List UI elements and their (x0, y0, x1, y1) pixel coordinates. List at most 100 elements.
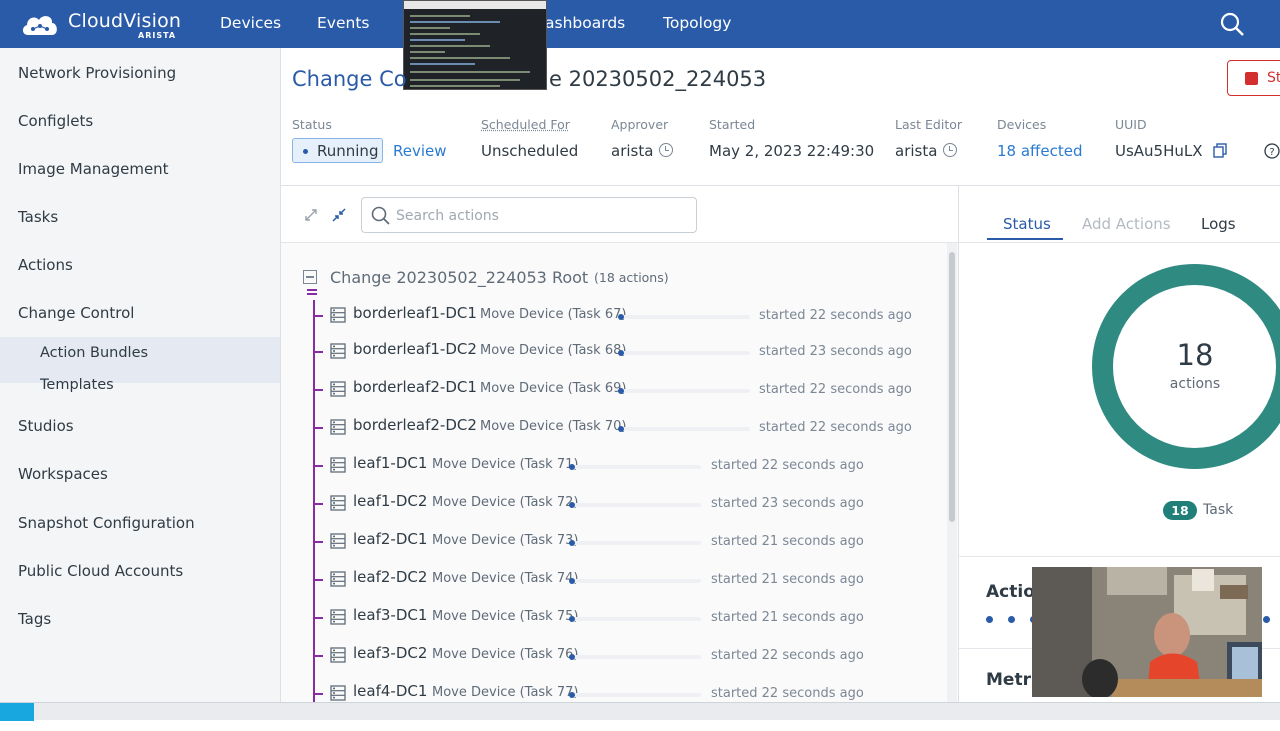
task-count-badge: 18 (1163, 501, 1197, 520)
clock-icon[interactable] (943, 143, 957, 157)
action-progress-bar (620, 315, 750, 319)
tab-status[interactable]: Status (1003, 215, 1051, 233)
cloud-icon (20, 11, 60, 37)
device-icon (330, 457, 346, 473)
nav-events[interactable]: Events (317, 14, 369, 32)
thumbnail-titlebar (404, 1, 546, 9)
bottom-taskbar-strip (0, 702, 1280, 720)
sidebar-item-workspaces[interactable]: Workspaces (18, 465, 108, 483)
tab-logs[interactable]: Logs (1201, 215, 1236, 233)
action-device-name[interactable]: leaf1-DC2 (353, 492, 427, 510)
timeline-dot (986, 616, 993, 623)
action-task-label: Move Device (Task 72) (432, 495, 578, 510)
collapse-all-icon[interactable] (331, 207, 347, 223)
taskbar-accent (0, 703, 34, 721)
device-icon (330, 647, 346, 663)
stop-icon (1245, 72, 1258, 85)
action-device-name[interactable]: borderleaf2-DC1 (353, 378, 477, 396)
sidebar-item-public-cloud-accounts[interactable]: Public Cloud Accounts (18, 562, 183, 580)
action-task-label: Move Device (Task 77) (432, 685, 578, 700)
device-icon (330, 685, 346, 701)
nav-topology[interactable]: Topology (663, 14, 731, 32)
nav-devices[interactable]: Devices (220, 14, 281, 32)
search-actions-field[interactable] (361, 197, 697, 233)
sidebar-item-templates[interactable]: Templates (40, 377, 114, 393)
tree-connector (313, 655, 323, 657)
sidebar-item-studios[interactable]: Studios (18, 417, 74, 435)
help-icon[interactable]: ? (1264, 143, 1280, 159)
action-device-name[interactable]: leaf3-DC2 (353, 644, 427, 662)
last-editor-value: arista (895, 142, 937, 160)
uuid-value: UsAu5HuLX (1115, 142, 1203, 160)
nav-dashboards[interactable]: ashboards (545, 14, 625, 32)
actions-panel: Change 20230502_224053 Root (18 actions)… (281, 185, 958, 702)
scheduled-label[interactable]: Scheduled For (481, 117, 570, 132)
page-title-left: Change Co (292, 67, 407, 91)
action-device-name[interactable]: borderleaf1-DC2 (353, 340, 477, 358)
webcam-overlay (1032, 567, 1262, 697)
svg-text:?: ? (1269, 147, 1274, 158)
sidebar-item-snapshot-configuration[interactable]: Snapshot Configuration (18, 514, 195, 532)
action-start-time: started 22 seconds ago (711, 686, 864, 701)
approver-field: arista (611, 142, 673, 160)
action-start-time: started 21 seconds ago (711, 534, 864, 549)
sidebar-item-change-control[interactable]: Change Control (18, 304, 134, 322)
sidebar-item-tags[interactable]: Tags (18, 610, 51, 628)
action-progress-bar (620, 389, 750, 393)
sidebar-item-image-management[interactable]: Image Management (18, 160, 169, 178)
timeline-dot (1263, 616, 1270, 623)
cloudvision-logo[interactable]: CloudVision ARISTA (20, 8, 190, 42)
device-icon (330, 533, 346, 549)
tree-connector (313, 693, 323, 695)
device-icon (330, 343, 346, 359)
sidebar-item-actions[interactable]: Actions (18, 256, 73, 274)
expand-all-icon[interactable] (303, 207, 319, 223)
action-progress-bar (571, 655, 701, 659)
action-progress-bar (571, 617, 701, 621)
sidebar-item-network-provisioning[interactable]: Network Provisioning (18, 64, 176, 82)
clock-icon[interactable] (659, 143, 673, 157)
collapse-root-icon[interactable] (303, 270, 317, 284)
tree-connector (313, 617, 323, 619)
action-device-name[interactable]: borderleaf2-DC2 (353, 416, 477, 434)
action-device-name[interactable]: leaf2-DC2 (353, 568, 427, 586)
last-editor-label: Last Editor (895, 117, 962, 132)
review-link[interactable]: Review (393, 142, 447, 160)
action-start-time: started 23 seconds ago (711, 496, 864, 511)
action-device-name[interactable]: leaf4-DC1 (353, 682, 427, 700)
copy-icon[interactable] (1213, 143, 1227, 158)
stop-button[interactable]: St (1227, 60, 1280, 96)
action-progress-bar (571, 503, 701, 507)
sidebar-item-configlets[interactable]: Configlets (18, 112, 93, 130)
devices-affected-link[interactable]: 18 affected (997, 142, 1083, 160)
action-start-time: started 22 seconds ago (711, 648, 864, 663)
device-icon (330, 419, 346, 435)
tree-connector (313, 315, 323, 317)
progress-indicator-dot (618, 350, 624, 356)
status-label: Status (292, 117, 332, 132)
action-progress-bar (620, 351, 750, 355)
sidebar-item-tasks[interactable]: Tasks (18, 208, 58, 226)
search-actions-input[interactable] (396, 206, 686, 226)
action-device-name[interactable]: borderleaf1-DC1 (353, 304, 477, 322)
action-progress-bar (571, 541, 701, 545)
sidebar: Network Provisioning Configlets Image Ma… (0, 48, 281, 702)
brand-sub: ARISTA (138, 31, 176, 40)
action-progress-bar (571, 465, 701, 469)
action-device-name[interactable]: leaf2-DC1 (353, 530, 427, 548)
action-device-name[interactable]: leaf1-DC1 (353, 454, 427, 472)
action-device-name[interactable]: leaf3-DC1 (353, 606, 427, 624)
search-icon[interactable] (1219, 11, 1245, 37)
tree-connector (313, 541, 323, 543)
action-task-label: Move Device (Task 74) (432, 571, 578, 586)
tab-add-actions[interactable]: Add Actions (1082, 215, 1171, 233)
progress-indicator-dot (569, 578, 575, 584)
terminal-preview-thumbnail[interactable] (403, 0, 547, 90)
sidebar-item-action-bundles[interactable]: Action Bundles (40, 345, 148, 361)
action-task-label: Move Device (Task 73) (432, 533, 578, 548)
timeline-dot (1008, 616, 1015, 623)
status-value: Running (317, 142, 378, 160)
root-action-count: (18 actions) (594, 270, 669, 285)
started-label: Started (709, 117, 755, 132)
scrollbar-thumb[interactable] (949, 252, 955, 522)
